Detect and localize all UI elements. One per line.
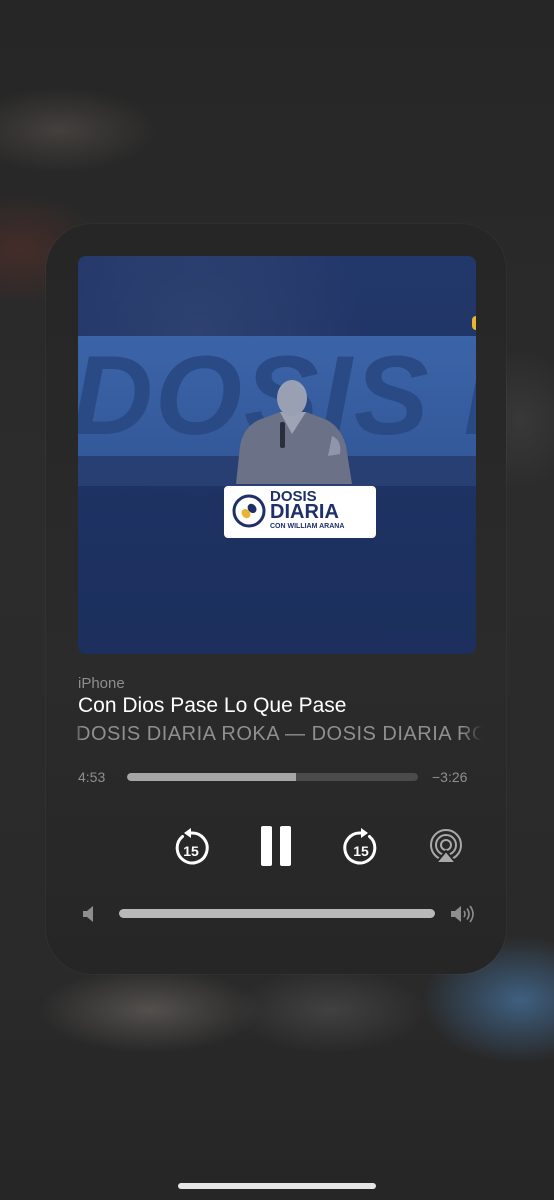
- home-indicator[interactable]: [178, 1183, 376, 1189]
- gobackward-15-icon[interactable]: 15: [172, 827, 210, 867]
- logo-text-diaria: DIARIA: [270, 501, 339, 523]
- speaker-icon: [83, 906, 93, 922]
- rewind-seconds-label: 15: [183, 843, 199, 859]
- artwork-accent: [472, 316, 476, 330]
- airplay-audio-icon[interactable]: [428, 829, 464, 865]
- speaker-wave-icon: [451, 905, 474, 923]
- pause-icon-bar: [280, 826, 291, 866]
- dosis-diaria-logo: DOSIS DIARIA CON WILLIAM ARANA: [224, 486, 376, 538]
- logo-text-subtitle: CON WILLIAM ARANA: [270, 523, 345, 530]
- progress-fill: [127, 773, 296, 781]
- artist-marquee: DOSIS DIARIA ROKA — DOSIS DIARIA ROKA: [72, 723, 482, 751]
- elapsed-time: 4:53: [78, 769, 106, 785]
- pause-button[interactable]: [258, 826, 294, 866]
- progress-scrubber[interactable]: [127, 773, 418, 781]
- output-device-label: iPhone: [78, 675, 125, 692]
- speaker-figure: [236, 380, 352, 484]
- pause-icon: [261, 826, 272, 866]
- volume-slider[interactable]: [119, 909, 435, 918]
- track-title[interactable]: Con Dios Pase Lo Que Pase: [78, 694, 347, 718]
- capsule-icon: [232, 494, 266, 528]
- remaining-time: −3:26: [432, 769, 468, 785]
- goforward-15-icon[interactable]: 15: [342, 827, 380, 867]
- forward-seconds-label: 15: [353, 843, 369, 859]
- artist-label: DOSIS DIARIA ROKA — DOSIS DIARIA ROKA: [76, 723, 482, 745]
- album-artwork: DOSIS DIARIA DOSIS DIARIA CON WILLIAM AR…: [78, 256, 476, 654]
